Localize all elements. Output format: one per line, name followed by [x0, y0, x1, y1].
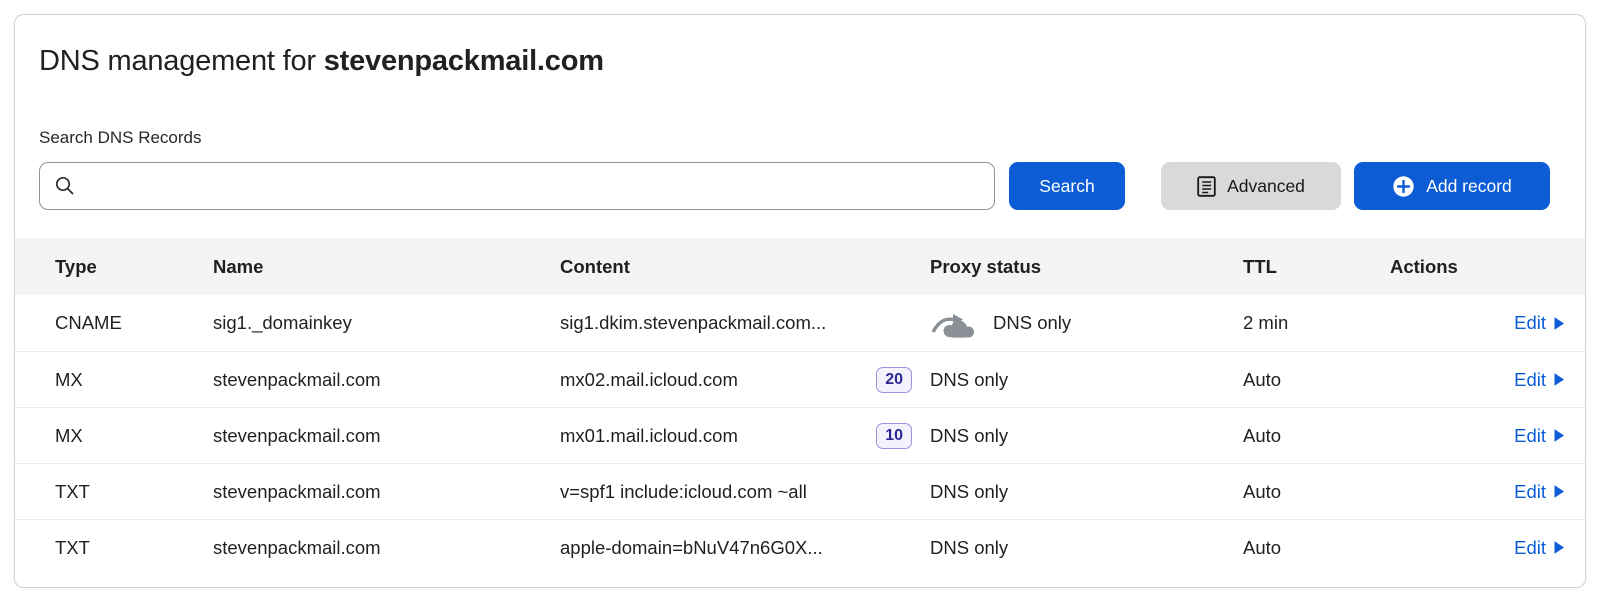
dns-records-table: Type Name Content Proxy status TTL Actio…: [15, 238, 1585, 575]
table-row: CNAME sig1._domainkey sig1.dkim.stevenpa…: [15, 295, 1585, 351]
page-title-domain: stevenpackmail.com: [324, 45, 604, 77]
record-ttl: 2 min: [1243, 312, 1390, 334]
record-name: stevenpackmail.com: [213, 425, 560, 447]
proxy-status-label: DNS only: [993, 312, 1071, 334]
proxy-status-label: DNS only: [930, 481, 1008, 503]
search-input-container[interactable]: [39, 162, 995, 210]
edit-record-link[interactable]: Edit: [1514, 425, 1565, 447]
edit-record-link[interactable]: Edit: [1514, 481, 1565, 503]
column-header-name: Name: [213, 256, 560, 278]
record-type: TXT: [55, 537, 213, 559]
table-header-row: Type Name Content Proxy status TTL Actio…: [15, 238, 1585, 295]
dns-management-card: DNS management for stevenpackmail.com Se…: [14, 14, 1586, 588]
list-document-icon: [1197, 176, 1216, 197]
record-type: CNAME: [55, 312, 213, 334]
right-triangle-icon: [1553, 316, 1565, 331]
edit-link-label: Edit: [1514, 312, 1546, 334]
record-name: stevenpackmail.com: [213, 481, 560, 503]
page-title: DNS management for stevenpackmail.com: [39, 45, 1561, 78]
table-row: TXT stevenpackmail.com apple-domain=bNuV…: [15, 519, 1585, 575]
column-header-ttl: TTL: [1243, 256, 1390, 278]
column-header-proxy-status: Proxy status: [930, 256, 1243, 278]
proxy-status-label: DNS only: [930, 425, 1008, 447]
right-triangle-icon: [1553, 428, 1565, 443]
search-label: Search DNS Records: [39, 128, 1561, 148]
record-name: sig1._domainkey: [213, 312, 560, 334]
record-type: MX: [55, 369, 213, 391]
plus-circle-icon: [1392, 175, 1415, 198]
record-content: mx01.mail.icloud.com: [560, 425, 738, 447]
record-type: TXT: [55, 481, 213, 503]
right-triangle-icon: [1553, 540, 1565, 555]
record-content: apple-domain=bNuV47n6G0X...: [560, 537, 823, 559]
proxy-status-label: DNS only: [930, 369, 1008, 391]
edit-record-link[interactable]: Edit: [1514, 537, 1565, 559]
edit-link-label: Edit: [1514, 369, 1546, 391]
record-type: MX: [55, 425, 213, 447]
edit-record-link[interactable]: Edit: [1514, 369, 1565, 391]
page-title-prefix: DNS management for: [39, 45, 324, 77]
edit-link-label: Edit: [1514, 481, 1546, 503]
search-toolbar: Search Advanced: [39, 162, 1561, 210]
table-row: MX stevenpackmail.com mx01.mail.icloud.c…: [15, 407, 1585, 463]
mx-priority-badge: 10: [876, 423, 912, 449]
search-input[interactable]: [86, 163, 980, 209]
search-button[interactable]: Search: [1009, 162, 1125, 210]
column-header-type: Type: [55, 256, 213, 278]
mx-priority-badge: 20: [876, 367, 912, 393]
record-name: stevenpackmail.com: [213, 369, 560, 391]
edit-link-label: Edit: [1514, 425, 1546, 447]
gray-cloud-arrow-icon: [930, 308, 976, 338]
search-icon: [54, 175, 76, 197]
add-record-button[interactable]: Add record: [1354, 162, 1550, 210]
column-header-content: Content: [560, 256, 930, 278]
record-ttl: Auto: [1243, 425, 1390, 447]
advanced-button[interactable]: Advanced: [1161, 162, 1341, 210]
edit-link-label: Edit: [1514, 537, 1546, 559]
record-content: v=spf1 include:icloud.com ~all: [560, 481, 807, 503]
record-ttl: Auto: [1243, 481, 1390, 503]
record-ttl: Auto: [1243, 537, 1390, 559]
table-row: MX stevenpackmail.com mx02.mail.icloud.c…: [15, 351, 1585, 407]
table-row: TXT stevenpackmail.com v=spf1 include:ic…: [15, 463, 1585, 519]
right-triangle-icon: [1553, 484, 1565, 499]
record-content: mx02.mail.icloud.com: [560, 369, 738, 391]
record-name: stevenpackmail.com: [213, 537, 560, 559]
record-content: sig1.dkim.stevenpackmail.com...: [560, 312, 826, 334]
proxy-status-label: DNS only: [930, 537, 1008, 559]
add-record-button-label: Add record: [1426, 176, 1512, 197]
right-triangle-icon: [1553, 372, 1565, 387]
advanced-button-label: Advanced: [1227, 176, 1305, 197]
edit-record-link[interactable]: Edit: [1514, 312, 1565, 334]
record-ttl: Auto: [1243, 369, 1390, 391]
column-header-actions: Actions: [1390, 256, 1565, 278]
